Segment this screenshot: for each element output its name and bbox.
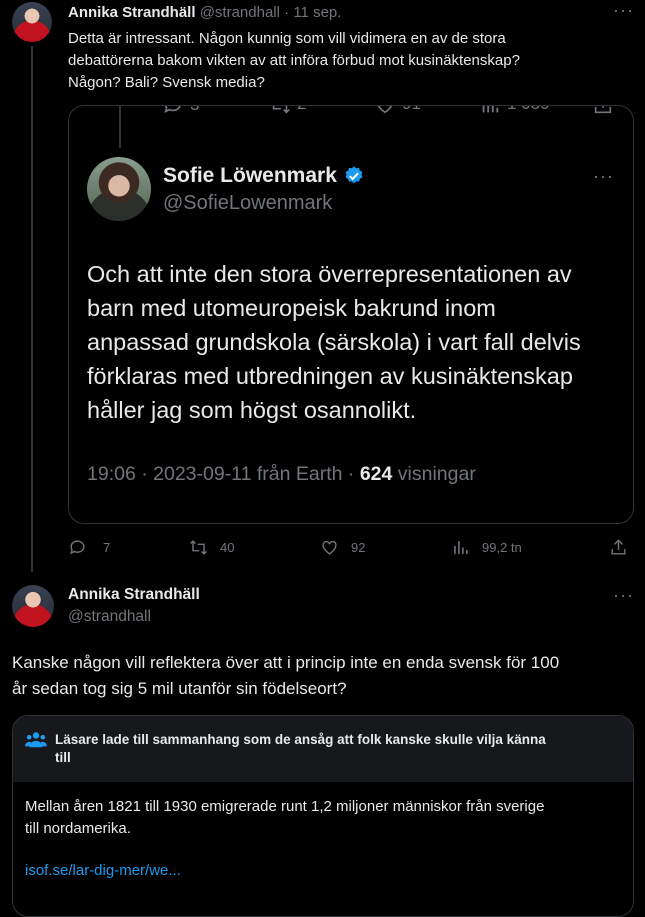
reply-button[interactable]: 7 — [68, 538, 110, 557]
tweet-text-line: år sedan tog sig 5 mil utanför sin födel… — [12, 679, 347, 698]
retweet-count: 2 — [297, 106, 306, 116]
retweet-count: 40 — [220, 540, 235, 555]
share-button[interactable] — [609, 538, 628, 557]
quoted-author-handle[interactable]: @SofieLowenmark — [163, 192, 332, 215]
tweet-date[interactable]: 11 sep. — [293, 4, 341, 21]
like-icon[interactable] — [320, 538, 339, 557]
community-note-title: till — [55, 750, 71, 765]
retweet-button[interactable]: 40 — [189, 538, 234, 557]
share-icon[interactable] — [609, 538, 628, 557]
reply-icon[interactable] — [162, 105, 184, 116]
quoted-thread-line — [119, 106, 121, 148]
tweet-text: Detta är intressant. Någon kunnig som vi… — [68, 28, 520, 94]
author-handle[interactable]: @strandhall — [68, 608, 151, 626]
like-icon[interactable] — [374, 105, 396, 116]
separator: · — [284, 4, 290, 21]
tweet-1-header: Annika Strandhäll @strandhall · 11 sep. — [68, 4, 341, 21]
tweet-text-line: Någon? Bali? Svensk media? — [68, 74, 265, 91]
quoted-text-line: anpassad grundskola (särskola) i vart fa… — [87, 329, 581, 355]
reply-count: 7 — [103, 540, 111, 555]
community-notes-icon — [25, 732, 47, 748]
community-note-text: till nordamerika. — [25, 820, 131, 837]
quoted-views-label: visningar — [392, 463, 476, 485]
retweet-icon[interactable] — [269, 105, 291, 116]
community-note[interactable]: Läsare lade till sammanhang som de ansåg… — [12, 715, 634, 917]
more-icon[interactable]: ··· — [613, 585, 634, 606]
like-count: 92 — [351, 540, 366, 555]
community-note-text: Mellan åren 1821 till 1930 emigrerade ru… — [25, 798, 545, 815]
quoted-partial-stats: 3 2 91 1 080 — [69, 105, 633, 118]
quoted-text-line: barn med utomeuropeisk bakrund inom — [87, 295, 496, 321]
community-note-header: Läsare lade till sammanhang som de ansåg… — [13, 716, 633, 782]
tweet-text: Kanske någon vill reflektera över att i … — [12, 650, 559, 702]
author-name[interactable]: Annika Strandhäll — [68, 4, 196, 21]
like-button[interactable]: 92 — [320, 538, 365, 557]
community-note-title: Läsare lade till sammanhang som de ansåg… — [55, 732, 546, 747]
views-button[interactable]: 99,2 tn — [451, 538, 522, 557]
quoted-author-name[interactable]: Sofie Löwenmark — [163, 164, 337, 188]
retweet-icon[interactable] — [189, 538, 208, 557]
views-count: 99,2 tn — [482, 540, 522, 555]
quoted-views-count: 624 — [359, 463, 393, 485]
views-icon[interactable] — [451, 538, 470, 557]
quoted-text-line: Och att inte den stora överrepresentatio… — [87, 261, 572, 287]
quoted-tweet-card[interactable]: 3 2 91 1 080 Sofie Löwenmark — [68, 105, 634, 524]
reply-count: 3 — [190, 106, 199, 115]
community-note-link[interactable]: isof.se/lar-dig-mer/we... — [25, 862, 181, 879]
author-name[interactable]: Annika Strandhäll — [68, 586, 200, 604]
verified-badge-icon — [345, 166, 363, 184]
quoted-text-line: förklaras med utbredningen av kusinäkten… — [87, 363, 573, 389]
quoted-tweet-text: Och att inte den stora överrepresentatio… — [87, 257, 581, 427]
quoted-timestamp[interactable]: 19:06 · 2023-09-11 från Earth · — [87, 463, 360, 485]
quoted-text-line: håller jag som högst osannolikt. — [87, 397, 417, 423]
tweet-text-line: Detta är intressant. Någon kunnig som vi… — [68, 30, 506, 47]
avatar[interactable] — [12, 2, 52, 42]
tweet-text-line: Kanske någon vill reflektera över att i … — [12, 653, 560, 672]
action-bar: 7 40 92 99,2 tn — [68, 538, 632, 560]
author-handle[interactable]: @strandhall — [200, 4, 280, 21]
more-icon[interactable]: ··· — [613, 0, 634, 21]
like-count: 91 — [402, 106, 421, 116]
more-icon[interactable]: ··· — [593, 166, 614, 187]
views-icon[interactable] — [479, 105, 501, 116]
reply-icon[interactable] — [68, 538, 87, 557]
views-count: 1 080 — [507, 106, 550, 116]
quoted-tweet-meta: 19:06 · 2023-09-11 från Earth · 624 visn… — [87, 463, 476, 486]
tweet-text-line: debattörerna bakom vikten av att införa … — [68, 52, 520, 69]
community-note-body: Mellan åren 1821 till 1930 emigrerade ru… — [25, 796, 544, 840]
avatar[interactable] — [12, 585, 54, 627]
share-icon[interactable] — [592, 105, 614, 116]
thread-line — [31, 46, 33, 572]
avatar[interactable] — [87, 157, 151, 221]
